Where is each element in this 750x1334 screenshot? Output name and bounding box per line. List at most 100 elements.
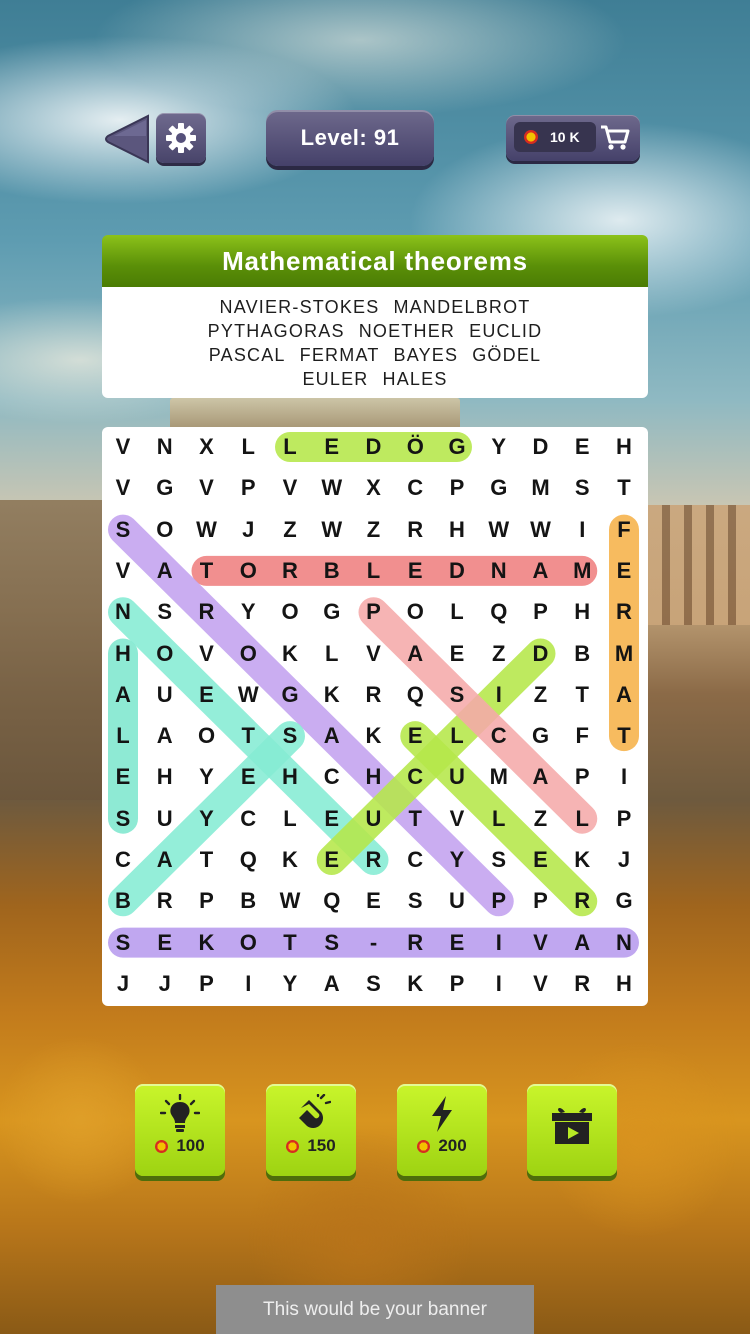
grid-cell[interactable]: J (144, 963, 186, 1005)
grid-cell[interactable]: L (102, 715, 144, 757)
grid-cell[interactable]: V (436, 798, 478, 840)
grid-cell[interactable]: O (227, 633, 269, 675)
grid-cell[interactable]: M (520, 467, 562, 509)
grid-cell[interactable]: W (520, 509, 562, 551)
grid-cell[interactable]: V (269, 467, 311, 509)
grid-cell[interactable]: L (353, 550, 395, 592)
grid-cell[interactable]: E (394, 550, 436, 592)
grid-cell[interactable]: D (520, 426, 562, 468)
grid-cell[interactable]: E (311, 798, 353, 840)
grid-cell[interactable]: E (436, 922, 478, 964)
grid-cell[interactable]: J (102, 963, 144, 1005)
grid-cell[interactable]: Z (520, 674, 562, 716)
video-reward-button[interactable] (527, 1084, 617, 1176)
grid-cell[interactable]: V (102, 426, 144, 468)
grid-cell[interactable]: P (227, 467, 269, 509)
grid-cell[interactable]: B (102, 880, 144, 922)
grid-cell[interactable]: V (102, 550, 144, 592)
grid-cell[interactable]: R (353, 674, 395, 716)
grid-cell[interactable]: X (353, 467, 395, 509)
grid-cell[interactable]: U (144, 798, 186, 840)
grid-cell[interactable]: K (353, 715, 395, 757)
grid-cell[interactable]: I (478, 963, 520, 1005)
grid-cell[interactable]: J (603, 839, 645, 881)
grid-cell[interactable]: Y (186, 756, 228, 798)
grid-cell[interactable]: K (186, 922, 228, 964)
grid-cell[interactable]: H (144, 756, 186, 798)
grid-cell[interactable]: K (311, 674, 353, 716)
grid-cell[interactable]: A (561, 922, 603, 964)
grid-cell[interactable]: H (353, 756, 395, 798)
grid-cell[interactable]: A (311, 715, 353, 757)
grid-cell[interactable]: P (186, 880, 228, 922)
grid-cell[interactable]: A (603, 674, 645, 716)
grid-cell[interactable]: Q (227, 839, 269, 881)
grid-cell[interactable]: I (561, 509, 603, 551)
grid-cell[interactable]: Ö (394, 426, 436, 468)
grid-cell[interactable]: Y (269, 963, 311, 1005)
grid-cell[interactable]: A (144, 839, 186, 881)
grid-cell[interactable]: P (436, 963, 478, 1005)
grid-cell[interactable]: O (269, 591, 311, 633)
grid-cell[interactable]: I (603, 756, 645, 798)
grid-cell[interactable]: J (227, 509, 269, 551)
grid-cell[interactable]: W (269, 880, 311, 922)
grid-cell[interactable]: C (394, 839, 436, 881)
grid-cell[interactable]: O (394, 591, 436, 633)
grid-cell[interactable]: E (102, 756, 144, 798)
grid-cell[interactable]: W (227, 674, 269, 716)
grid-cell[interactable]: - (353, 922, 395, 964)
grid-cell[interactable]: P (603, 798, 645, 840)
grid-cell[interactable]: A (394, 633, 436, 675)
grid-cell[interactable]: T (269, 922, 311, 964)
grid-cell[interactable]: V (186, 467, 228, 509)
grid-cell[interactable]: T (603, 715, 645, 757)
grid-cell[interactable]: S (436, 674, 478, 716)
grid-cell[interactable]: E (227, 756, 269, 798)
grid-cell[interactable]: E (353, 880, 395, 922)
grid-cell[interactable]: O (144, 509, 186, 551)
grid-cell[interactable]: K (269, 839, 311, 881)
grid-cell[interactable]: S (102, 798, 144, 840)
grid-cell[interactable]: R (561, 880, 603, 922)
grid-cell[interactable]: P (353, 591, 395, 633)
grid-cell[interactable]: S (353, 963, 395, 1005)
grid-cell[interactable]: B (311, 550, 353, 592)
grid-cell[interactable]: G (144, 467, 186, 509)
grid-cell[interactable]: A (520, 756, 562, 798)
grid-cell[interactable]: O (186, 715, 228, 757)
grid-cell[interactable]: W (478, 509, 520, 551)
grid-cell[interactable]: R (561, 963, 603, 1005)
grid-cell[interactable]: P (561, 756, 603, 798)
grid-cell[interactable]: A (102, 674, 144, 716)
grid-cell[interactable]: V (102, 467, 144, 509)
grid-cell[interactable]: L (269, 426, 311, 468)
grid-cell[interactable]: B (561, 633, 603, 675)
grid-cell[interactable]: Y (436, 839, 478, 881)
grid-cell[interactable]: L (311, 633, 353, 675)
grid-cell[interactable]: E (311, 839, 353, 881)
grid-cell[interactable]: G (311, 591, 353, 633)
grid-cell[interactable]: S (102, 509, 144, 551)
grid-cell[interactable]: A (144, 715, 186, 757)
grid-cell[interactable]: U (144, 674, 186, 716)
grid-cell[interactable]: A (311, 963, 353, 1005)
grid-cell[interactable]: L (436, 715, 478, 757)
grid-cell[interactable]: Z (353, 509, 395, 551)
letter-grid[interactable]: VNXLLEDÖGYDEHVGVPVWXCPGMSTSOWJZWZRHWWIFV… (102, 427, 648, 1006)
grid-cell[interactable]: E (561, 426, 603, 468)
grid-cell[interactable]: D (353, 426, 395, 468)
grid-cell[interactable]: F (561, 715, 603, 757)
grid-cell[interactable]: W (186, 509, 228, 551)
grid-cell[interactable]: S (102, 922, 144, 964)
grid-cell[interactable]: V (520, 963, 562, 1005)
grid-cell[interactable]: L (561, 798, 603, 840)
grid-cell[interactable]: S (311, 922, 353, 964)
grid-cell[interactable]: Q (311, 880, 353, 922)
grid-cell[interactable]: I (227, 963, 269, 1005)
grid-cell[interactable]: T (394, 798, 436, 840)
grid-cell[interactable]: X (186, 426, 228, 468)
grid-cell[interactable]: I (478, 922, 520, 964)
grid-cell[interactable]: N (603, 922, 645, 964)
grid-cell[interactable]: E (436, 633, 478, 675)
